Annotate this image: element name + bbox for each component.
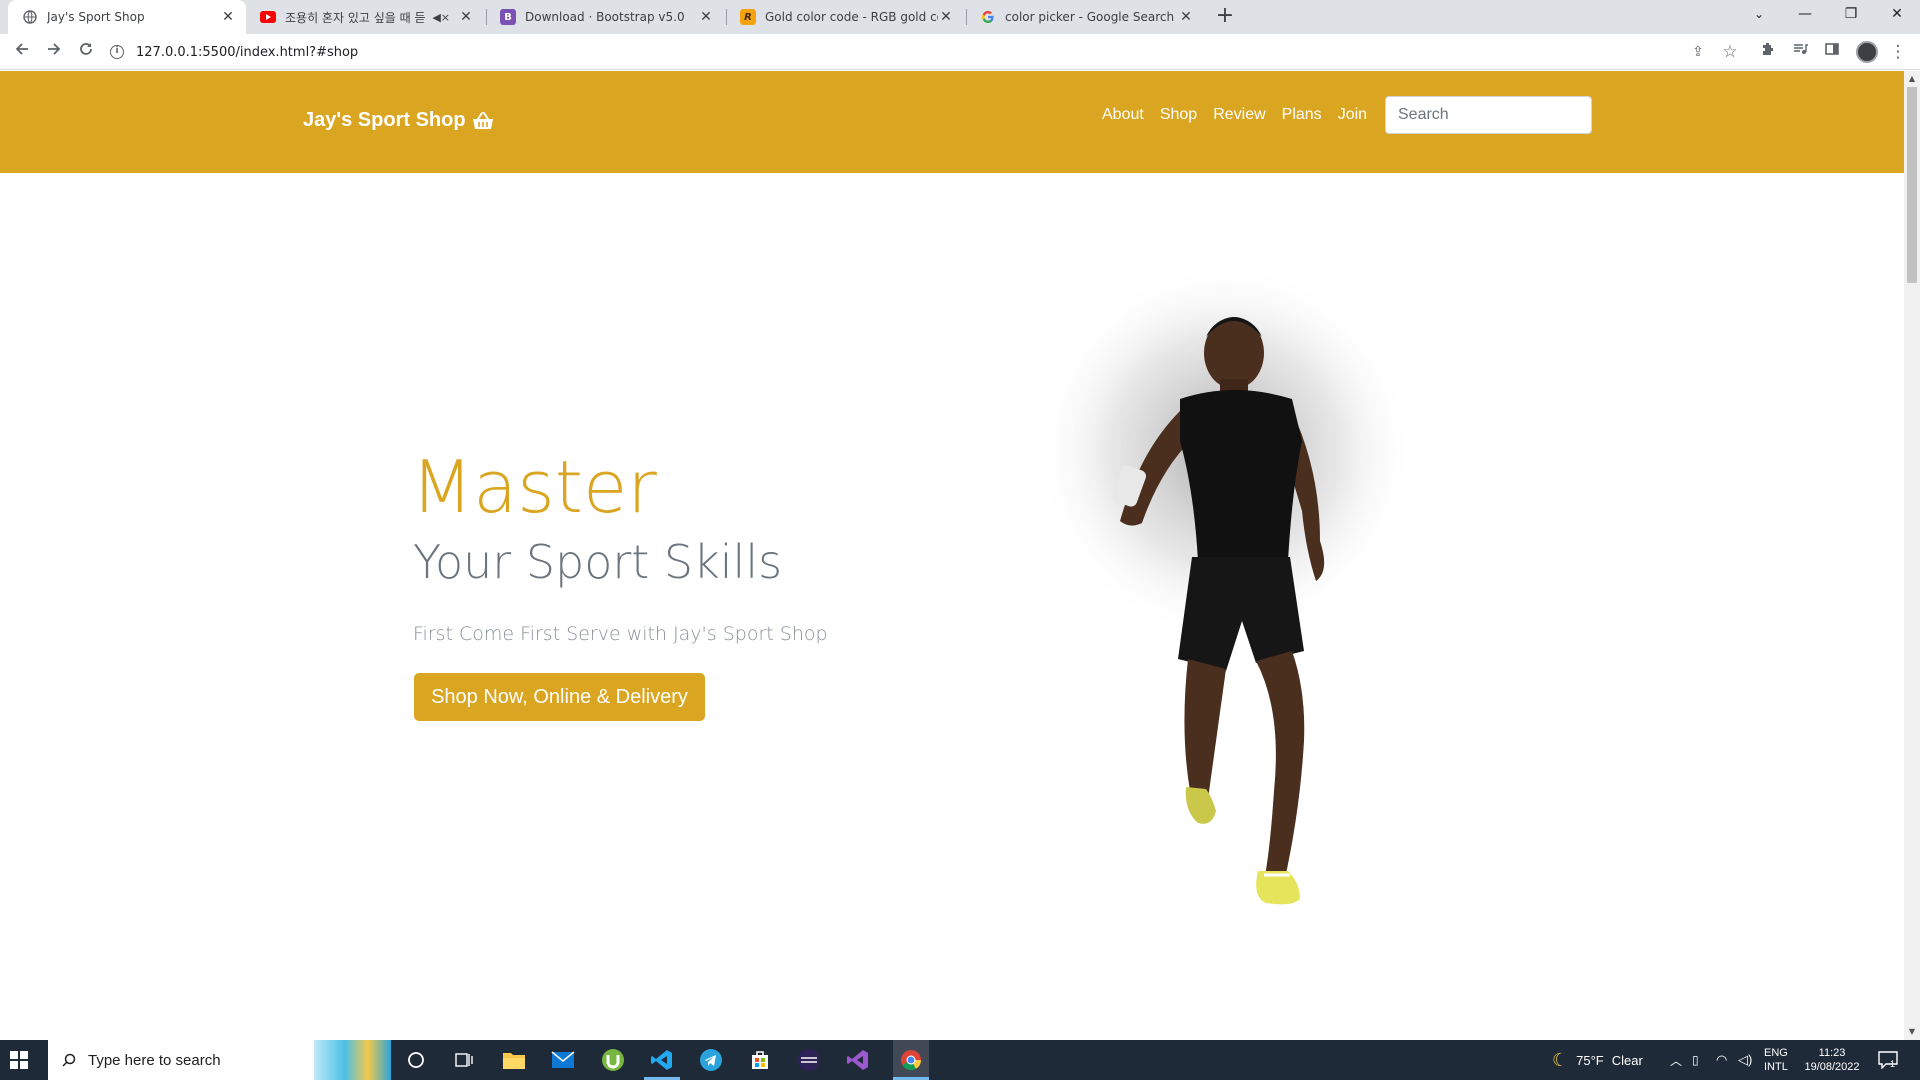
browser-tab-strip: Jay's Sport Shop ✕ 조용히 혼자 있고 싶을 때 듣 ◀× ✕… <box>0 0 1920 34</box>
clock-date: 19/08/2022 <box>1804 1061 1860 1073</box>
back-arrow-icon[interactable] <box>10 40 34 64</box>
side-panel-icon[interactable] <box>1820 40 1844 64</box>
browser-toolbar: i 127.0.0.1:5500/index.html?#shop ⇪ ☆ ⋮ <box>0 34 1920 70</box>
file-explorer-icon[interactable] <box>500 1046 528 1074</box>
taskbar-search-placeholder: Type here to search <box>88 1051 221 1069</box>
more-menu-icon[interactable]: ⋮ <box>1886 40 1910 64</box>
microsoft-store-icon[interactable] <box>746 1046 774 1074</box>
youtube-icon <box>260 11 276 23</box>
weather-widget[interactable]: ☾ 75°F Clear <box>1552 1040 1643 1080</box>
scrollbar-thumb[interactable] <box>1907 87 1917 283</box>
tab-title: Jay's Sport Shop <box>47 10 145 24</box>
minimize-icon[interactable]: — <box>1782 0 1828 30</box>
lang-bottom: INTL <box>1764 1061 1788 1073</box>
cortana-icon[interactable] <box>402 1046 430 1074</box>
restore-icon[interactable]: ❐ <box>1828 0 1874 30</box>
globe-icon <box>22 9 38 25</box>
vscode-icon[interactable] <box>648 1046 676 1074</box>
nav-join[interactable]: Join <box>1338 106 1367 124</box>
search-icon <box>62 1053 76 1067</box>
visual-studio-icon[interactable] <box>844 1046 872 1074</box>
bookmark-star-icon[interactable]: ☆ <box>1718 40 1742 64</box>
bootstrap-icon: B <box>500 9 516 25</box>
lang-top: ENG <box>1764 1047 1788 1059</box>
tab-youtube[interactable]: 조용히 혼자 있고 싶을 때 듣 ◀× ✕ <box>246 0 484 34</box>
tab-title: color picker - Google Search <box>1005 10 1175 24</box>
show-hidden-icons-chevron-icon[interactable]: ︿ <box>1670 1040 1682 1080</box>
tab-jays-sport-shop[interactable]: Jay's Sport Shop ✕ <box>8 0 246 34</box>
windows-taskbar: Type here to search ☾ 75°F Clear ︿ ▯ ◠ ◁… <box>0 1040 1920 1080</box>
tab-bootstrap[interactable]: B Download · Bootstrap v5.0 ✕ <box>486 0 724 34</box>
close-tab-icon[interactable]: ✕ <box>698 9 714 25</box>
eclipse-icon[interactable] <box>795 1046 823 1074</box>
clock-time: 11:23 <box>1818 1047 1846 1059</box>
close-tab-icon[interactable]: ✕ <box>458 9 474 25</box>
extensions-icon[interactable] <box>1756 40 1780 64</box>
chrome-taskbar-icon[interactable] <box>893 1040 929 1080</box>
site-navbar: Jay's Sport Shop About Shop Review Plans… <box>0 71 1904 173</box>
google-icon <box>980 9 996 25</box>
nav-about[interactable]: About <box>1102 106 1144 124</box>
notifications-icon[interactable]: 1 <box>1878 1040 1898 1080</box>
tab-search-icon[interactable]: ⌄ <box>1736 0 1782 30</box>
search-highlight-image <box>314 1040 391 1080</box>
reload-icon[interactable] <box>74 40 98 64</box>
tab-google-search[interactable]: color picker - Google Search ✕ <box>966 0 1204 34</box>
nav-shop[interactable]: Shop <box>1160 106 1197 124</box>
address-bar[interactable]: i 127.0.0.1:5500/index.html?#shop <box>110 40 358 64</box>
clock[interactable]: 11:23 19/08/2022 <box>1800 1040 1864 1080</box>
tab-title: 조용히 혼자 있고 싶을 때 듣 <box>285 10 426 25</box>
media-controls-icon[interactable] <box>1788 40 1812 64</box>
new-tab-button[interactable]: + <box>1212 5 1238 29</box>
telegram-icon[interactable] <box>697 1046 725 1074</box>
wifi-icon[interactable]: ◠ <box>1716 1040 1727 1080</box>
weather-temp: 75°F <box>1576 1052 1604 1068</box>
tab-title: Gold color code - RGB gold color <box>765 10 938 24</box>
tab-gold-color[interactable]: R Gold color code - RGB gold color ✕ <box>726 0 964 34</box>
close-tab-icon[interactable]: ✕ <box>220 9 236 25</box>
athlete-image <box>1035 271 1415 905</box>
close-tab-icon[interactable]: ✕ <box>938 9 954 25</box>
taskbar-search-box[interactable]: Type here to search <box>48 1040 391 1080</box>
hero-title: Master <box>411 445 657 529</box>
notification-count: 1 <box>1890 1059 1896 1069</box>
nav-plans[interactable]: Plans <box>1282 106 1322 124</box>
forward-arrow-icon[interactable] <box>42 40 66 64</box>
close-tab-icon[interactable]: ✕ <box>1178 9 1194 25</box>
brand-name: Jay's Sport Shop <box>303 109 466 131</box>
hero-lead: First Come First Serve with Jay's Sport … <box>413 623 828 645</box>
language-indicator[interactable]: ENG INTL <box>1764 1040 1788 1080</box>
url-text: 127.0.0.1:5500/index.html?#shop <box>136 44 359 60</box>
page-scrollbar[interactable]: ▲ ▼ <box>1904 71 1920 1040</box>
basket-icon <box>472 111 493 129</box>
window-close-icon[interactable]: ✕ <box>1874 0 1920 30</box>
utorrent-icon[interactable] <box>599 1046 627 1074</box>
volume-icon[interactable]: ◁) <box>1738 1040 1752 1080</box>
share-icon[interactable]: ⇪ <box>1686 40 1710 64</box>
site-info-icon[interactable]: i <box>110 45 124 59</box>
scroll-up-arrow-icon[interactable]: ▲ <box>1904 71 1920 87</box>
scroll-down-arrow-icon[interactable]: ▼ <box>1904 1024 1920 1040</box>
moon-icon: ☾ <box>1552 1049 1569 1070</box>
search-input[interactable]: Search <box>1385 96 1592 134</box>
r-logo-icon: R <box>740 9 756 25</box>
task-view-icon[interactable] <box>450 1046 478 1074</box>
windows-start-icon[interactable] <box>10 1051 28 1069</box>
device-icon[interactable]: ▯ <box>1692 1040 1699 1080</box>
hero-subtitle: Your Sport Skills <box>413 535 783 589</box>
nav-links: About Shop Review Plans Join <box>1102 106 1367 124</box>
shop-now-button[interactable]: Shop Now, Online & Delivery <box>414 673 705 721</box>
webpage: Jay's Sport Shop About Shop Review Plans… <box>0 71 1904 1040</box>
nav-review[interactable]: Review <box>1213 106 1265 124</box>
tab-title: Download · Bootstrap v5.0 <box>525 10 685 24</box>
weather-desc: Clear <box>1611 1052 1643 1068</box>
site-brand[interactable]: Jay's Sport Shop <box>303 109 494 132</box>
speaker-muted-icon[interactable]: ◀× <box>432 11 450 24</box>
profile-avatar[interactable] <box>1856 41 1878 63</box>
mail-icon[interactable] <box>549 1046 577 1074</box>
